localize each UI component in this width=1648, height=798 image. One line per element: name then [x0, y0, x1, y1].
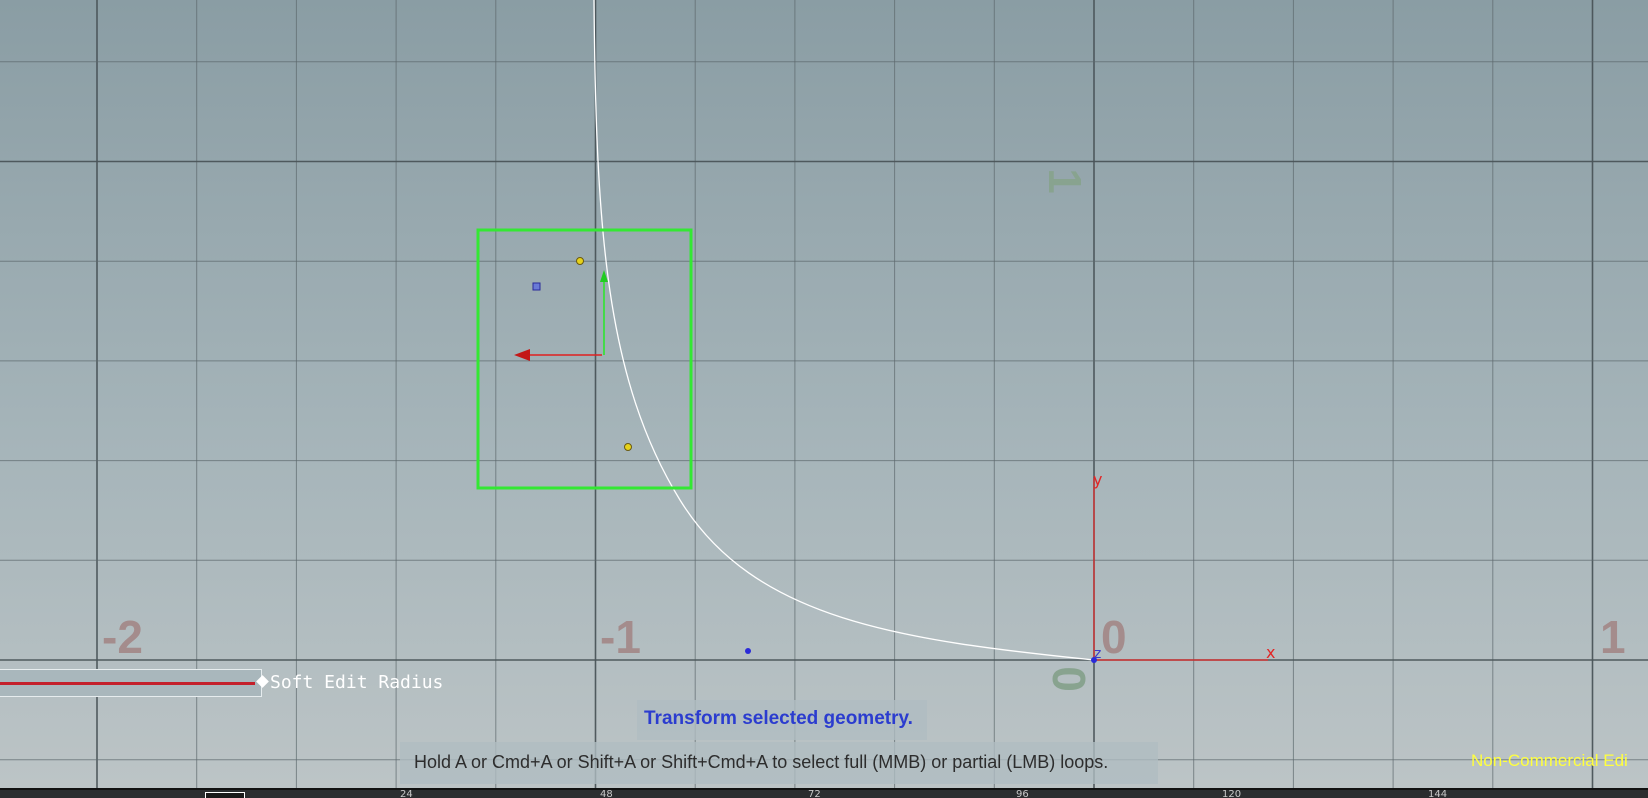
pivot-marker[interactable]: [532, 282, 541, 291]
vertical-axis-number-one: 1: [1038, 168, 1091, 194]
tool-title: Transform selected geometry.: [644, 708, 913, 729]
frame-label: 120: [1222, 789, 1242, 798]
timeline-bar[interactable]: 24 48 72 96 120 144: [0, 788, 1648, 798]
frame-label: 72: [808, 789, 821, 798]
control-point[interactable]: [624, 443, 632, 451]
scene-viewport[interactable]: -2 -1 0 1 1 0 y x z Soft Edit Radius Tra…: [0, 0, 1648, 788]
y-axis-label: y: [1093, 470, 1103, 489]
selection-box: [476, 228, 693, 490]
soft-edit-radius-label: Soft Edit Radius: [270, 672, 444, 693]
primitive-point[interactable]: [745, 648, 751, 654]
z-axis-label: z: [1094, 646, 1102, 662]
axis-number-minus-two: -2: [102, 611, 143, 663]
bezier-curve[interactable]: [593, 0, 1095, 661]
tool-hint: Hold A or Cmd+A or Shift+A or Shift+Cmd+…: [414, 752, 1109, 772]
timeline-cursor[interactable]: [205, 792, 245, 798]
license-badge: Non-Commercial Edi: [1471, 751, 1628, 770]
handle-x-arrow: [514, 349, 530, 361]
axis-number-zero: 0: [1101, 611, 1127, 663]
vertical-axis-number-zero: 0: [1042, 666, 1095, 692]
frame-label: 24: [400, 789, 413, 798]
slider-track: [0, 682, 255, 685]
x-axis-label: x: [1266, 643, 1276, 662]
frame-label: 96: [1016, 789, 1029, 798]
frame-label: 48: [600, 789, 613, 798]
axis-number-one: 1: [1600, 611, 1626, 663]
frame-label: 144: [1428, 789, 1448, 798]
axis-number-minus-one: -1: [600, 611, 641, 663]
soft-edit-radius-slider[interactable]: [0, 669, 269, 697]
transform-handle[interactable]: [514, 270, 608, 361]
control-point[interactable]: [576, 257, 584, 265]
